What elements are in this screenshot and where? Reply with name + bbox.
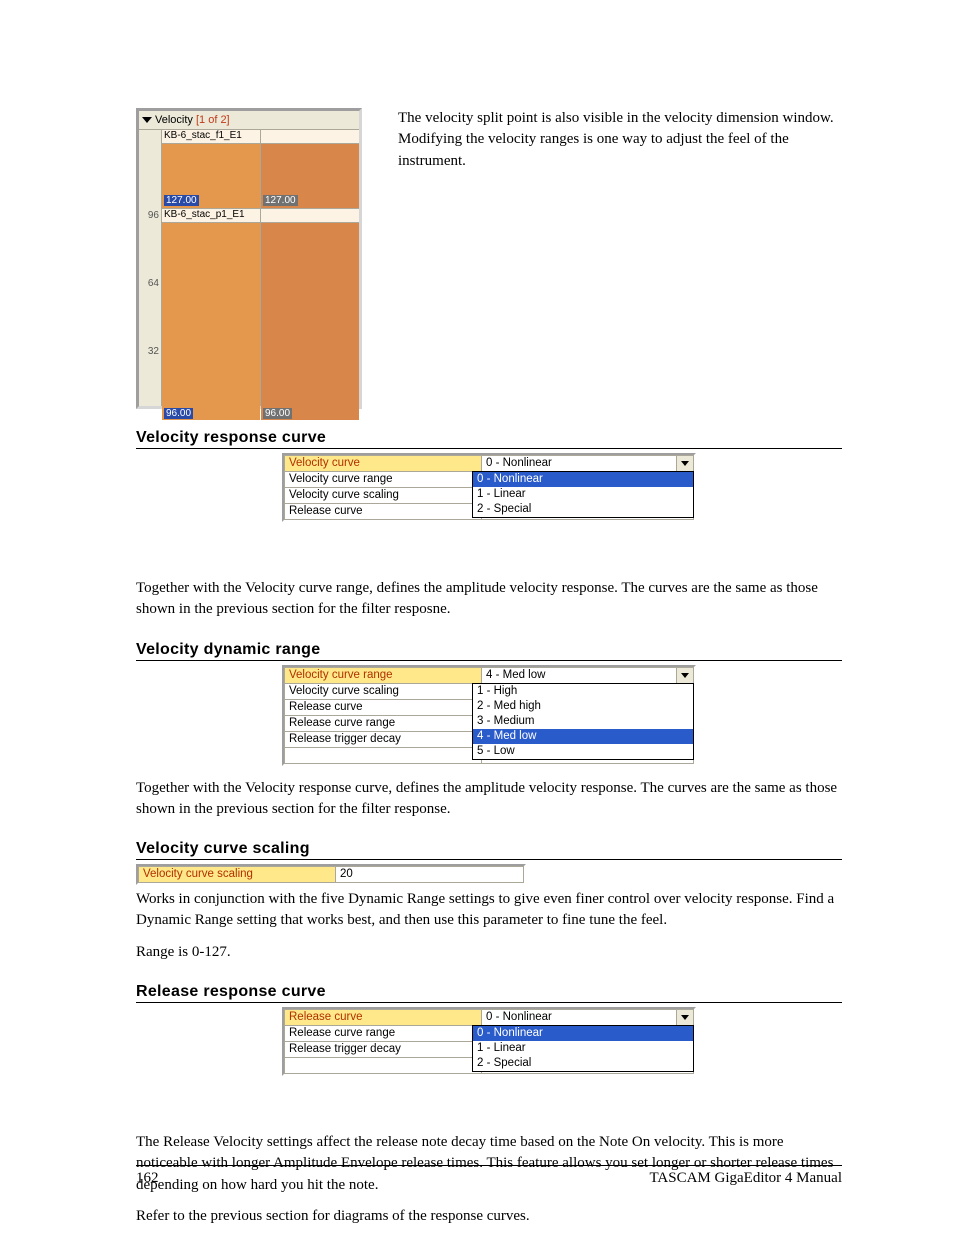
dropdown-option[interactable]: 1 - High (473, 684, 693, 699)
release-curve-dropdown[interactable]: 0 - Nonlinear1 - Linear2 - Special (472, 1025, 694, 1072)
intro-paragraph: The velocity split point is also visible… (398, 108, 842, 172)
page-number: 162 (136, 1170, 159, 1187)
velocity-zone[interactable]: 96.00 (261, 223, 359, 420)
chevron-down-icon[interactable] (676, 668, 693, 683)
section-text: Together with the Velocity curve range, … (136, 578, 842, 621)
dropdown-option[interactable]: 0 - Nonlinear (473, 472, 693, 487)
velocity-zone[interactable]: 96.00 (162, 223, 260, 420)
sample-name[interactable]: KB-6_stac_f1_E1 (162, 130, 260, 144)
section-text: Refer to the previous section for diagra… (136, 1206, 842, 1227)
section-text: Works in conjunction with the five Dynam… (136, 889, 842, 932)
section-heading-release-response-curve: Release response curve (136, 983, 842, 1003)
sample-name[interactable] (261, 130, 359, 144)
property-grid: Velocity curve scaling20 (136, 864, 526, 885)
sample-name[interactable] (261, 208, 359, 223)
property-label[interactable]: Release curve (285, 504, 482, 520)
section-heading-velocity-dynamic-range: Velocity dynamic range (136, 641, 842, 661)
velocity-dimension-window[interactable]: Velocity [1 of 2] 96 64 32 KB-6_stac_f1_… (136, 108, 362, 409)
split-value: 96.00 (164, 408, 193, 419)
property-label[interactable]: Velocity curve scaling (285, 683, 482, 699)
property-value[interactable]: 0 - Nonlinear (482, 1010, 694, 1026)
axis-tick: 64 (148, 278, 159, 289)
property-value[interactable]: 20 (336, 867, 524, 883)
property-label[interactable]: Release curve range (285, 1026, 482, 1042)
split-value: 127.00 (263, 195, 298, 206)
section-text: Together with the Velocity response curv… (136, 778, 842, 821)
dropdown-option[interactable]: 2 - Special (473, 502, 693, 517)
dropdown-option[interactable]: 1 - Linear (473, 487, 693, 502)
property-label[interactable]: Velocity curve range (285, 667, 482, 683)
property-label (285, 1058, 482, 1074)
velocity-title-label: Velocity (155, 114, 193, 126)
section-heading-velocity-curve-scaling: Velocity curve scaling (136, 840, 842, 860)
property-label[interactable]: Release trigger decay (285, 731, 482, 747)
dropdown-option[interactable]: 1 - Linear (473, 1041, 693, 1056)
property-label (285, 747, 482, 763)
property-label[interactable]: Release curve (285, 699, 482, 715)
property-value[interactable]: 4 - Med low (482, 667, 694, 683)
page-footer: 162 TASCAM GigaEditor 4 Manual (136, 1165, 842, 1187)
dropdown-option[interactable]: 2 - Special (473, 1056, 693, 1071)
dropdown-option[interactable]: 4 - Med low (473, 729, 693, 744)
sample-name[interactable]: KB-6_stac_p1_E1 (162, 208, 260, 223)
velocity-window-title[interactable]: Velocity [1 of 2] (139, 111, 359, 130)
velocity-range-dropdown[interactable]: 1 - High2 - Med high3 - Medium4 - Med lo… (472, 683, 694, 760)
split-value: 127.00 (164, 195, 199, 206)
property-label[interactable]: Velocity curve scaling (139, 867, 336, 883)
axis-tick: 96 (148, 210, 159, 221)
split-value: 96.00 (263, 408, 292, 419)
property-label[interactable]: Velocity curve (285, 456, 482, 472)
dropdown-option[interactable]: 2 - Med high (473, 699, 693, 714)
property-label[interactable]: Release curve (285, 1010, 482, 1026)
triangle-down-icon (142, 117, 152, 123)
property-label[interactable]: Velocity curve range (285, 472, 482, 488)
property-label[interactable]: Release curve range (285, 715, 482, 731)
velocity-curve-dropdown[interactable]: 0 - Nonlinear1 - Linear2 - Special (472, 471, 694, 518)
section-heading-velocity-response-curve: Velocity response curve (136, 429, 842, 449)
velocity-title-count: [1 of 2] (196, 114, 230, 126)
property-label[interactable]: Velocity curve scaling (285, 488, 482, 504)
dropdown-option[interactable]: 3 - Medium (473, 714, 693, 729)
property-value[interactable]: 0 - Nonlinear (482, 456, 694, 472)
chevron-down-icon[interactable] (676, 456, 693, 471)
axis-tick: 32 (148, 346, 159, 357)
section-text: Range is 0-127. (136, 942, 842, 963)
dropdown-option[interactable]: 0 - Nonlinear (473, 1026, 693, 1041)
chevron-down-icon[interactable] (676, 1010, 693, 1025)
property-label[interactable]: Release trigger decay (285, 1042, 482, 1058)
manual-title: TASCAM GigaEditor 4 Manual (649, 1170, 842, 1187)
dropdown-option[interactable]: 5 - Low (473, 744, 693, 759)
